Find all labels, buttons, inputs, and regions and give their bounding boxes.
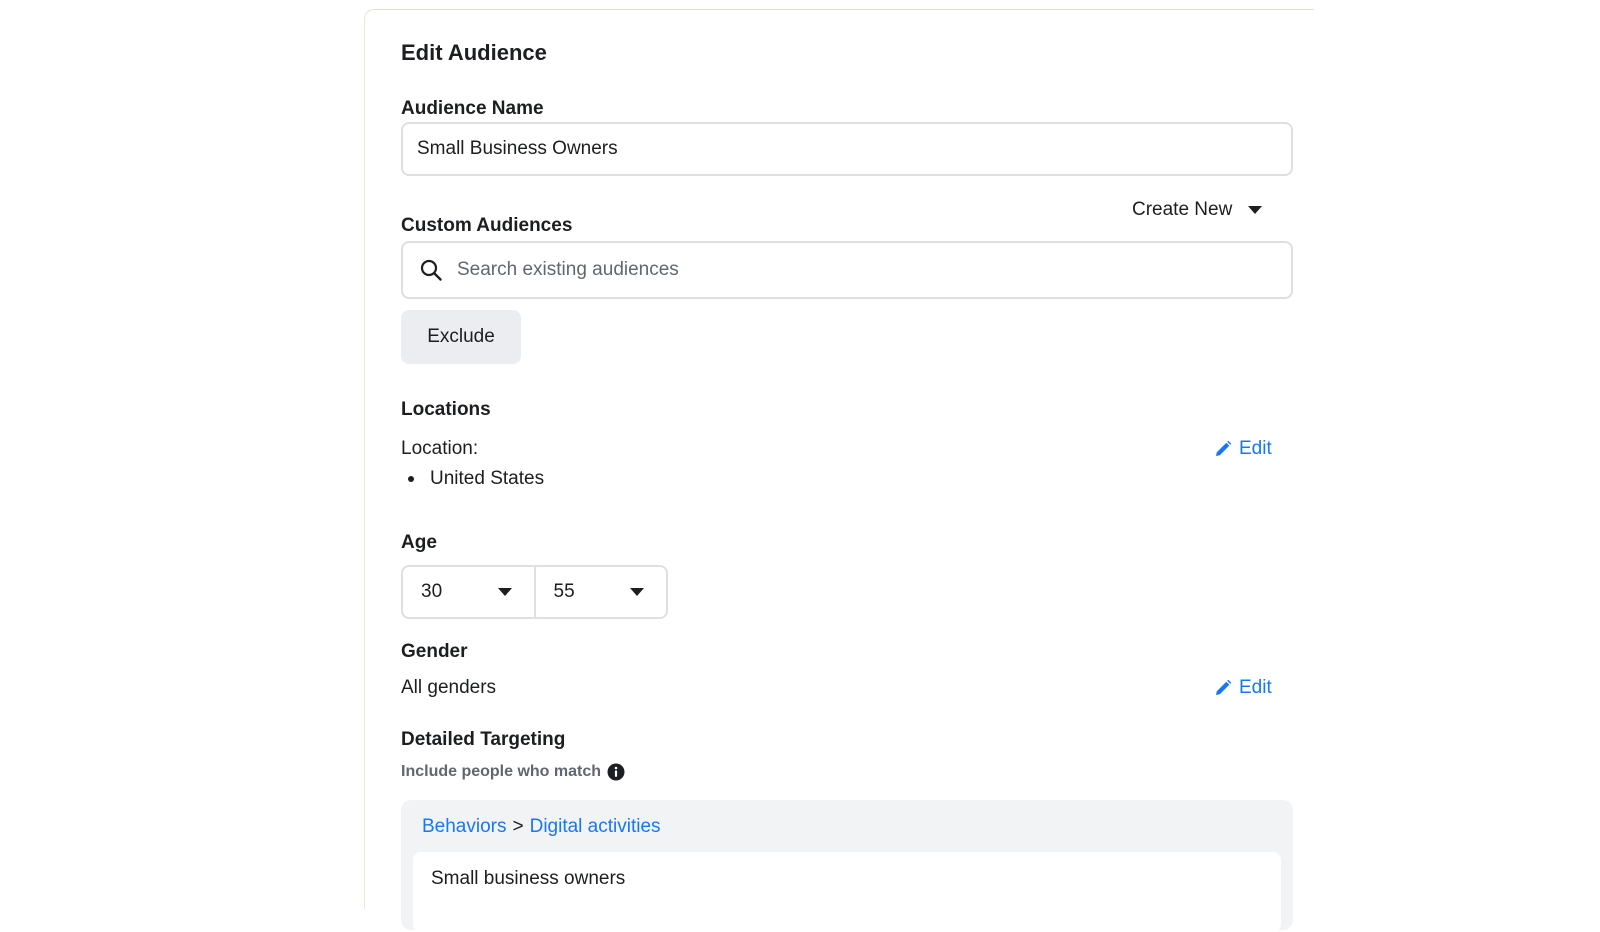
- create-new-label: Create New: [1132, 199, 1233, 220]
- exclude-label: Exclude: [427, 326, 495, 347]
- breadcrumb-separator: >: [512, 816, 524, 837]
- location-edit-label: Edit: [1239, 438, 1272, 459]
- caret-down-icon: [630, 588, 644, 596]
- custom-audiences-label: Custom Audiences: [401, 215, 573, 236]
- create-new-dropdown[interactable]: Create New: [1132, 199, 1263, 221]
- audience-name-label: Audience Name: [401, 98, 544, 119]
- info-icon[interactable]: [607, 763, 625, 781]
- search-icon: [419, 258, 443, 282]
- exclude-button[interactable]: Exclude: [401, 310, 521, 364]
- bullet-icon: [408, 476, 414, 482]
- caret-down-icon: [497, 588, 512, 596]
- include-note-text: Include people who match: [401, 763, 602, 780]
- targeting-item-label: Small business owners: [431, 868, 626, 889]
- location-item-label: United States: [430, 468, 545, 489]
- gender-value: All genders: [401, 677, 497, 698]
- breadcrumb-behaviors[interactable]: Behaviors: [422, 816, 507, 838]
- location-label: Location:: [401, 438, 479, 459]
- age-min-value: 30: [421, 581, 443, 602]
- gender-edit-link[interactable]: Edit: [1214, 677, 1272, 699]
- gender-label: Gender: [401, 641, 468, 662]
- audience-name-input[interactable]: Small Business Owners: [401, 122, 1293, 176]
- gender-edit-label: Edit: [1239, 677, 1272, 698]
- panel-title: Edit Audience: [401, 40, 547, 65]
- age-max-value: 55: [553, 581, 575, 602]
- breadcrumb-digital-activities[interactable]: Digital activities: [530, 816, 661, 838]
- search-audiences-input[interactable]: Search existing audiences: [401, 241, 1293, 299]
- location-item: United States: [401, 468, 544, 490]
- age-min-select[interactable]: 30: [403, 567, 534, 617]
- targeting-breadcrumb: Behaviors > Digital activities: [422, 816, 661, 838]
- locations-label: Locations: [401, 399, 491, 420]
- targeting-item[interactable]: Small business owners: [413, 852, 1281, 932]
- pencil-icon: [1214, 440, 1232, 458]
- location-edit-link[interactable]: Edit: [1214, 438, 1272, 460]
- age-max-select[interactable]: 55: [533, 567, 667, 617]
- detailed-targeting-box: Behaviors > Digital activities Small bus…: [401, 800, 1293, 932]
- edit-audience-panel: Edit Audience Audience Name Small Busine…: [364, 9, 1314, 932]
- include-note: Include people who match: [401, 763, 625, 781]
- age-range-selector: 30 55: [401, 565, 668, 619]
- pencil-icon: [1214, 679, 1232, 697]
- detailed-targeting-label: Detailed Targeting: [401, 729, 566, 750]
- age-label: Age: [401, 532, 437, 553]
- caret-down-icon: [1248, 206, 1263, 214]
- search-placeholder: Search existing audiences: [457, 259, 679, 280]
- audience-name-value: Small Business Owners: [417, 138, 618, 159]
